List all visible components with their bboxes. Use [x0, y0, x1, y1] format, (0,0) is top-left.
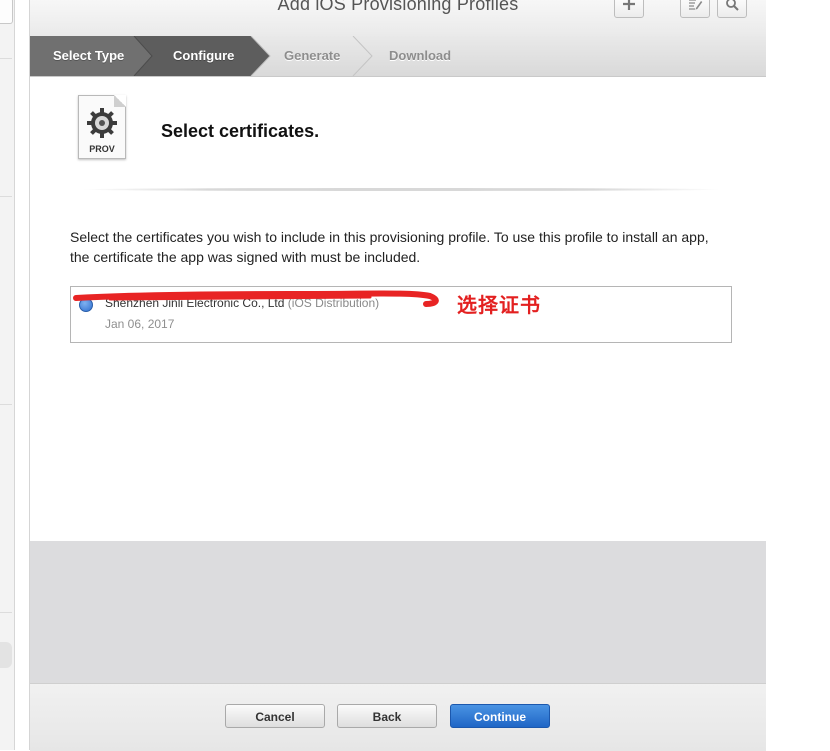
collapsed-dropdown-tab[interactable]	[0, 0, 13, 24]
annotation-label: 选择证书	[457, 293, 541, 317]
dialog-footer: Cancel Back Continue	[30, 683, 766, 751]
provisioning-dialog: Add iOS Provisioning Profiles Select Typ…	[29, 0, 767, 751]
previous-panel-edge	[0, 0, 15, 750]
certificate-date: Jan 06, 2017	[105, 317, 175, 331]
divider	[0, 612, 12, 613]
back-button[interactable]: Back	[337, 704, 437, 728]
search-button[interactable]	[717, 0, 747, 18]
plus-icon	[622, 0, 636, 15]
step-progress-bar: Select Type Configure Generate Download	[30, 36, 766, 77]
section-divider	[80, 188, 722, 191]
page-heading: Select certificates.	[161, 121, 320, 141]
edit-button[interactable]	[680, 0, 710, 18]
cancel-button[interactable]: Cancel	[225, 704, 325, 728]
title-bar: Add iOS Provisioning Profiles	[30, 0, 766, 36]
side-handle[interactable]	[0, 642, 12, 668]
instructions-text: Select the certificates you wish to incl…	[70, 229, 709, 265]
search-icon	[725, 0, 739, 15]
page-margin	[766, 0, 830, 750]
provisioning-file-icon: PROV	[78, 95, 126, 159]
divider	[0, 404, 12, 405]
step-generate: Generate	[284, 48, 341, 63]
edit-icon	[687, 0, 703, 15]
add-button[interactable]	[614, 0, 644, 18]
content-background	[30, 541, 766, 683]
continue-button[interactable]: Continue	[450, 704, 550, 728]
window-title: Add iOS Provisioning Profiles	[277, 0, 519, 14]
step-download: Download	[389, 48, 452, 63]
gear-icon	[87, 108, 117, 138]
step-configure: Configure	[173, 48, 235, 63]
step-select-type: Select Type	[53, 48, 125, 63]
divider	[0, 58, 12, 59]
prov-label: PROV	[89, 144, 115, 154]
red-scribble-redaction	[73, 290, 439, 307]
divider	[0, 196, 12, 197]
